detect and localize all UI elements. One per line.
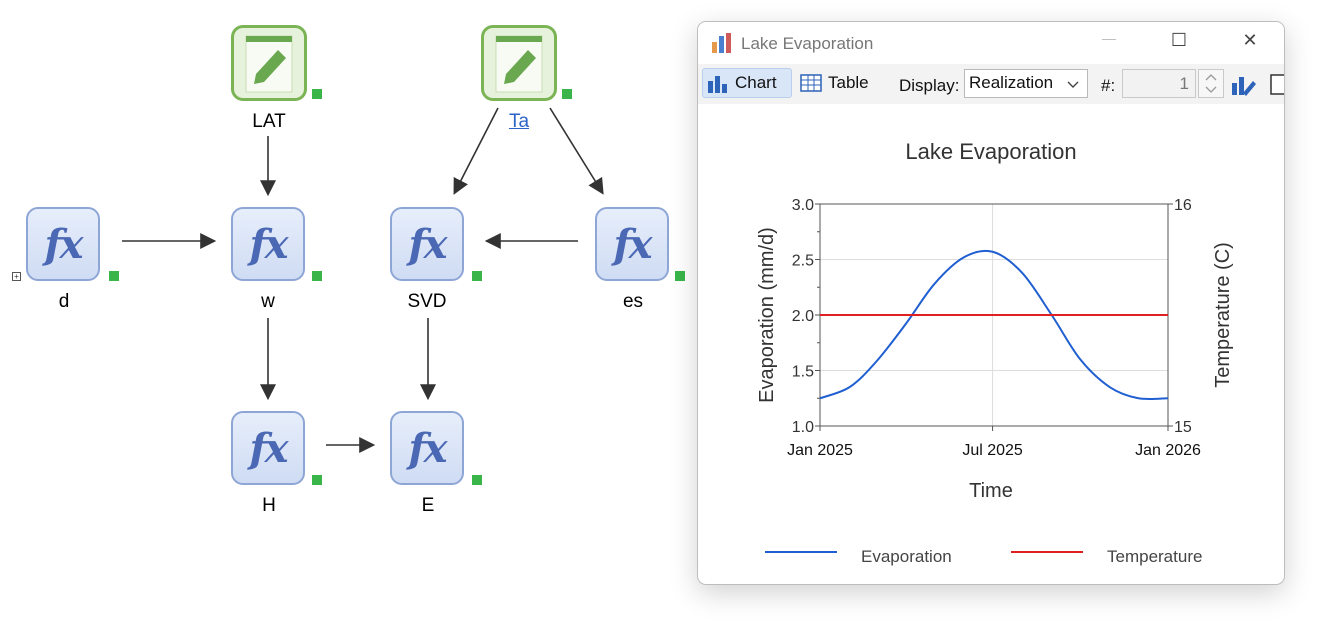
chart-area: Lake Evaporation 1.0 1.5 2.0 2.5 3.0 15 16 Ja…	[698, 104, 1284, 584]
status-indicator	[472, 475, 482, 485]
node-e[interactable]: fx E	[390, 411, 490, 521]
node-h[interactable]: fx H	[231, 411, 331, 521]
y-tick-label: 1.5	[792, 364, 814, 381]
realization-number-field[interactable]: 1	[1122, 69, 1196, 98]
status-indicator	[109, 271, 119, 281]
status-indicator	[312, 89, 322, 99]
expand-icon[interactable]: +	[12, 272, 21, 281]
chart-title: Lake Evaporation	[905, 139, 1076, 164]
node-svd[interactable]: fx SVD	[390, 207, 490, 317]
function-icon: fx	[390, 207, 464, 281]
y2-axis: 1516	[1168, 197, 1192, 436]
title-bar[interactable]: Lake Evaporation — ☐ ✕	[698, 22, 1284, 64]
node-lat[interactable]: LAT	[231, 25, 331, 140]
status-indicator	[675, 271, 685, 281]
y-tick-label: 3.0	[792, 197, 814, 214]
chart-view-button[interactable]: Chart	[702, 68, 792, 98]
close-button[interactable]: ✕	[1230, 30, 1270, 56]
display-label: Display:	[899, 76, 960, 95]
node-label: H	[262, 495, 276, 516]
status-indicator	[562, 89, 572, 99]
status-indicator	[472, 271, 482, 281]
y-axis-title: Evaporation (mm/d)	[756, 227, 778, 403]
node-label: LAT	[252, 111, 286, 132]
node-label: d	[58, 291, 70, 312]
display-select[interactable]: Realization	[964, 69, 1088, 98]
node-ta[interactable]: Ta	[481, 25, 581, 140]
y-tick-label: 2.0	[792, 308, 814, 325]
function-icon: fx	[390, 411, 464, 485]
status-indicator	[312, 271, 322, 281]
display-select-value: Realization	[969, 73, 1054, 92]
toolbar: Chart Table Display: Realization #: 1	[698, 64, 1284, 104]
series-line-evaporation	[819, 249, 1169, 401]
y2-tick-label: 15	[1174, 419, 1192, 436]
y-axis: 1.0 1.5 2.0 2.5 3.0	[792, 197, 820, 436]
data-element-icon	[231, 25, 307, 101]
window-title: Lake Evaporation	[741, 34, 874, 53]
x-axis: Jan 2025 Jul 2025 Jan 2026	[787, 426, 1201, 459]
spinner-arrows-icon	[1205, 74, 1217, 93]
window-layout-icon[interactable]	[1270, 73, 1285, 97]
y-tick-label: 2.5	[792, 253, 814, 270]
evaporation-chart: Lake Evaporation 1.01.52.02.53.0 1516 Ja…	[756, 139, 1234, 566]
chevron-down-icon	[1067, 81, 1079, 88]
chart-view-label: Chart	[735, 73, 777, 92]
x-tick-label: Jul 2025	[962, 442, 1023, 459]
node-label: es	[622, 291, 644, 312]
maximize-button[interactable]: ☐	[1159, 30, 1199, 56]
node-d[interactable]: fx d	[26, 207, 126, 317]
node-label-link[interactable]: Ta	[479, 111, 559, 133]
node-label: w	[261, 291, 275, 312]
minimize-button[interactable]: —	[1089, 30, 1129, 56]
function-icon: fx	[595, 207, 669, 281]
y-tick-label: 1.0	[792, 419, 814, 436]
bar-chart-icon	[708, 76, 727, 93]
x-axis-title: Time	[969, 480, 1013, 502]
function-icon: fx	[231, 411, 305, 485]
x-tick-label: Jan 2025	[787, 442, 853, 459]
function-icon: fx	[231, 207, 305, 281]
realization-spinner[interactable]	[1198, 69, 1224, 98]
result-window[interactable]: Lake Evaporation — ☐ ✕ Chart Table Displ…	[697, 21, 1285, 585]
function-icon: fx	[26, 207, 100, 281]
y2-tick-label: 16	[1174, 197, 1192, 214]
series-layer	[819, 249, 1169, 401]
data-element-icon	[481, 25, 557, 101]
chart-app-icon	[712, 33, 731, 53]
x-tick-label: Jan 2026	[1135, 442, 1201, 459]
legend: Evaporation Temperature	[765, 547, 1202, 566]
node-es[interactable]: fx es	[595, 207, 695, 317]
table-view-label: Table	[828, 73, 869, 92]
legend-label-evaporation: Evaporation	[861, 547, 952, 566]
realization-number-label: #:	[1101, 76, 1116, 95]
y2-axis-title: Temperature (C)	[1212, 242, 1234, 388]
table-icon	[800, 74, 822, 92]
table-view-button[interactable]: Table	[800, 68, 880, 98]
status-indicator	[312, 475, 322, 485]
chart-settings-icon[interactable]	[1231, 73, 1257, 97]
legend-label-temperature: Temperature	[1107, 547, 1202, 566]
node-label: E	[421, 495, 435, 516]
node-label: SVD	[407, 291, 447, 312]
node-w[interactable]: fx w	[231, 207, 331, 317]
